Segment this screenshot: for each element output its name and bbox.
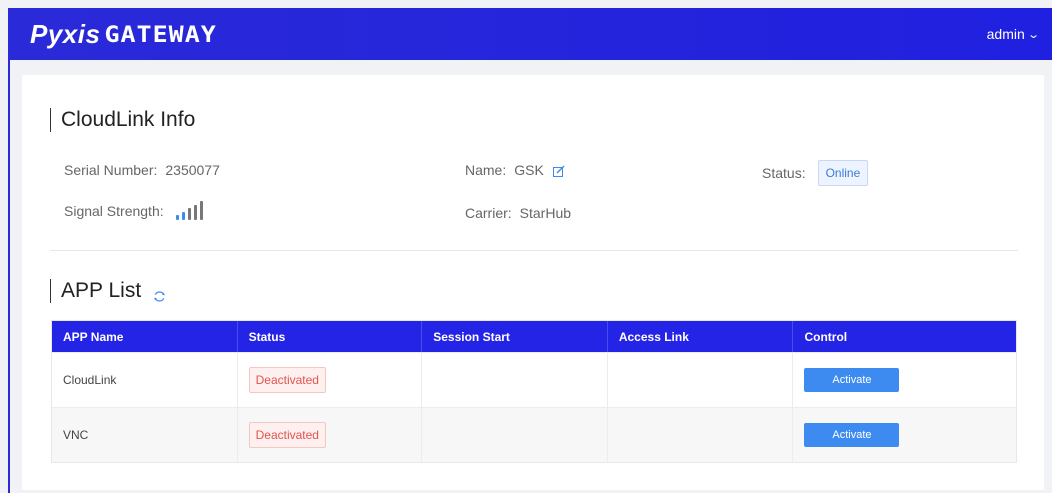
serial-number-label: Serial Number: [64,162,158,178]
name-value: GSK [514,162,544,178]
user-menu-label: admin [986,26,1025,42]
table-row: CloudLink Deactivated Activate [52,352,1016,407]
status-badge-deactivated: Deactivated [248,422,326,448]
control-cell: Activate [793,408,1016,462]
app-list-title: APP List [50,279,166,303]
access-link-cell [608,408,794,462]
app-name-cell: VNC [52,408,238,462]
signal-bar [187,208,191,220]
logo-text-italic: Pyxis [30,18,101,49]
signal-strength-field: Signal Strength: [64,201,203,220]
signal-bar [199,201,203,220]
status-badge-deactivated: Deactivated [248,367,326,393]
session-start-cell [422,408,608,462]
status-cell: Deactivated [238,408,423,462]
status-label: Status: [762,165,806,181]
column-header-access-link: Access Link [608,321,794,352]
control-cell: Activate [793,353,1016,407]
signal-bar [175,215,179,220]
app-name-cell: CloudLink [52,353,238,407]
page-left-border [8,60,10,493]
chevron-down-icon: ⌄ [1026,28,1040,41]
serial-number-field: Serial Number: 2350077 [64,162,220,178]
column-header-session-start: Session Start [422,321,608,352]
column-header-app-name: APP Name [52,321,238,352]
column-header-status: Status [238,321,423,352]
logo-text-block: GATEWAY [104,20,217,48]
signal-strength-label: Signal Strength: [64,203,164,219]
table-row: VNC Deactivated Activate [52,407,1016,462]
refresh-icon[interactable] [153,285,166,302]
table-header: APP Name Status Session Start Access Lin… [52,321,1016,352]
status-field: Status: Online [762,160,869,186]
status-badge: Online [817,160,869,186]
carrier-field: Carrier: StarHub [465,205,571,221]
app-list-table: APP Name Status Session Start Access Lin… [51,320,1017,463]
session-start-cell [422,353,608,407]
section-divider [50,250,1018,251]
carrier-label: Carrier: [465,205,512,221]
name-field: Name: GSK [465,162,565,178]
edit-icon[interactable] [552,164,565,177]
cloudlink-info-title: CloudLink Info [50,108,195,132]
brand-logo: Pyxis GATEWAY [30,19,217,50]
signal-bars-icon [175,201,203,220]
activate-button[interactable]: Activate [804,423,900,447]
top-navbar: Pyxis GATEWAY admin ⌄ [8,8,1052,60]
user-menu-dropdown[interactable]: admin ⌄ [986,26,1040,42]
status-cell: Deactivated [238,353,423,407]
app-list-title-text: APP List [61,279,142,302]
column-header-control: Control [804,329,848,344]
access-link-cell [608,353,794,407]
signal-bar [181,211,185,220]
signal-bar [193,204,197,220]
cloudlink-info-title-text: CloudLink Info [61,108,196,131]
carrier-value: StarHub [519,205,572,221]
serial-number-value: 2350077 [165,162,220,178]
activate-button[interactable]: Activate [804,368,900,392]
name-label: Name: [465,162,507,178]
